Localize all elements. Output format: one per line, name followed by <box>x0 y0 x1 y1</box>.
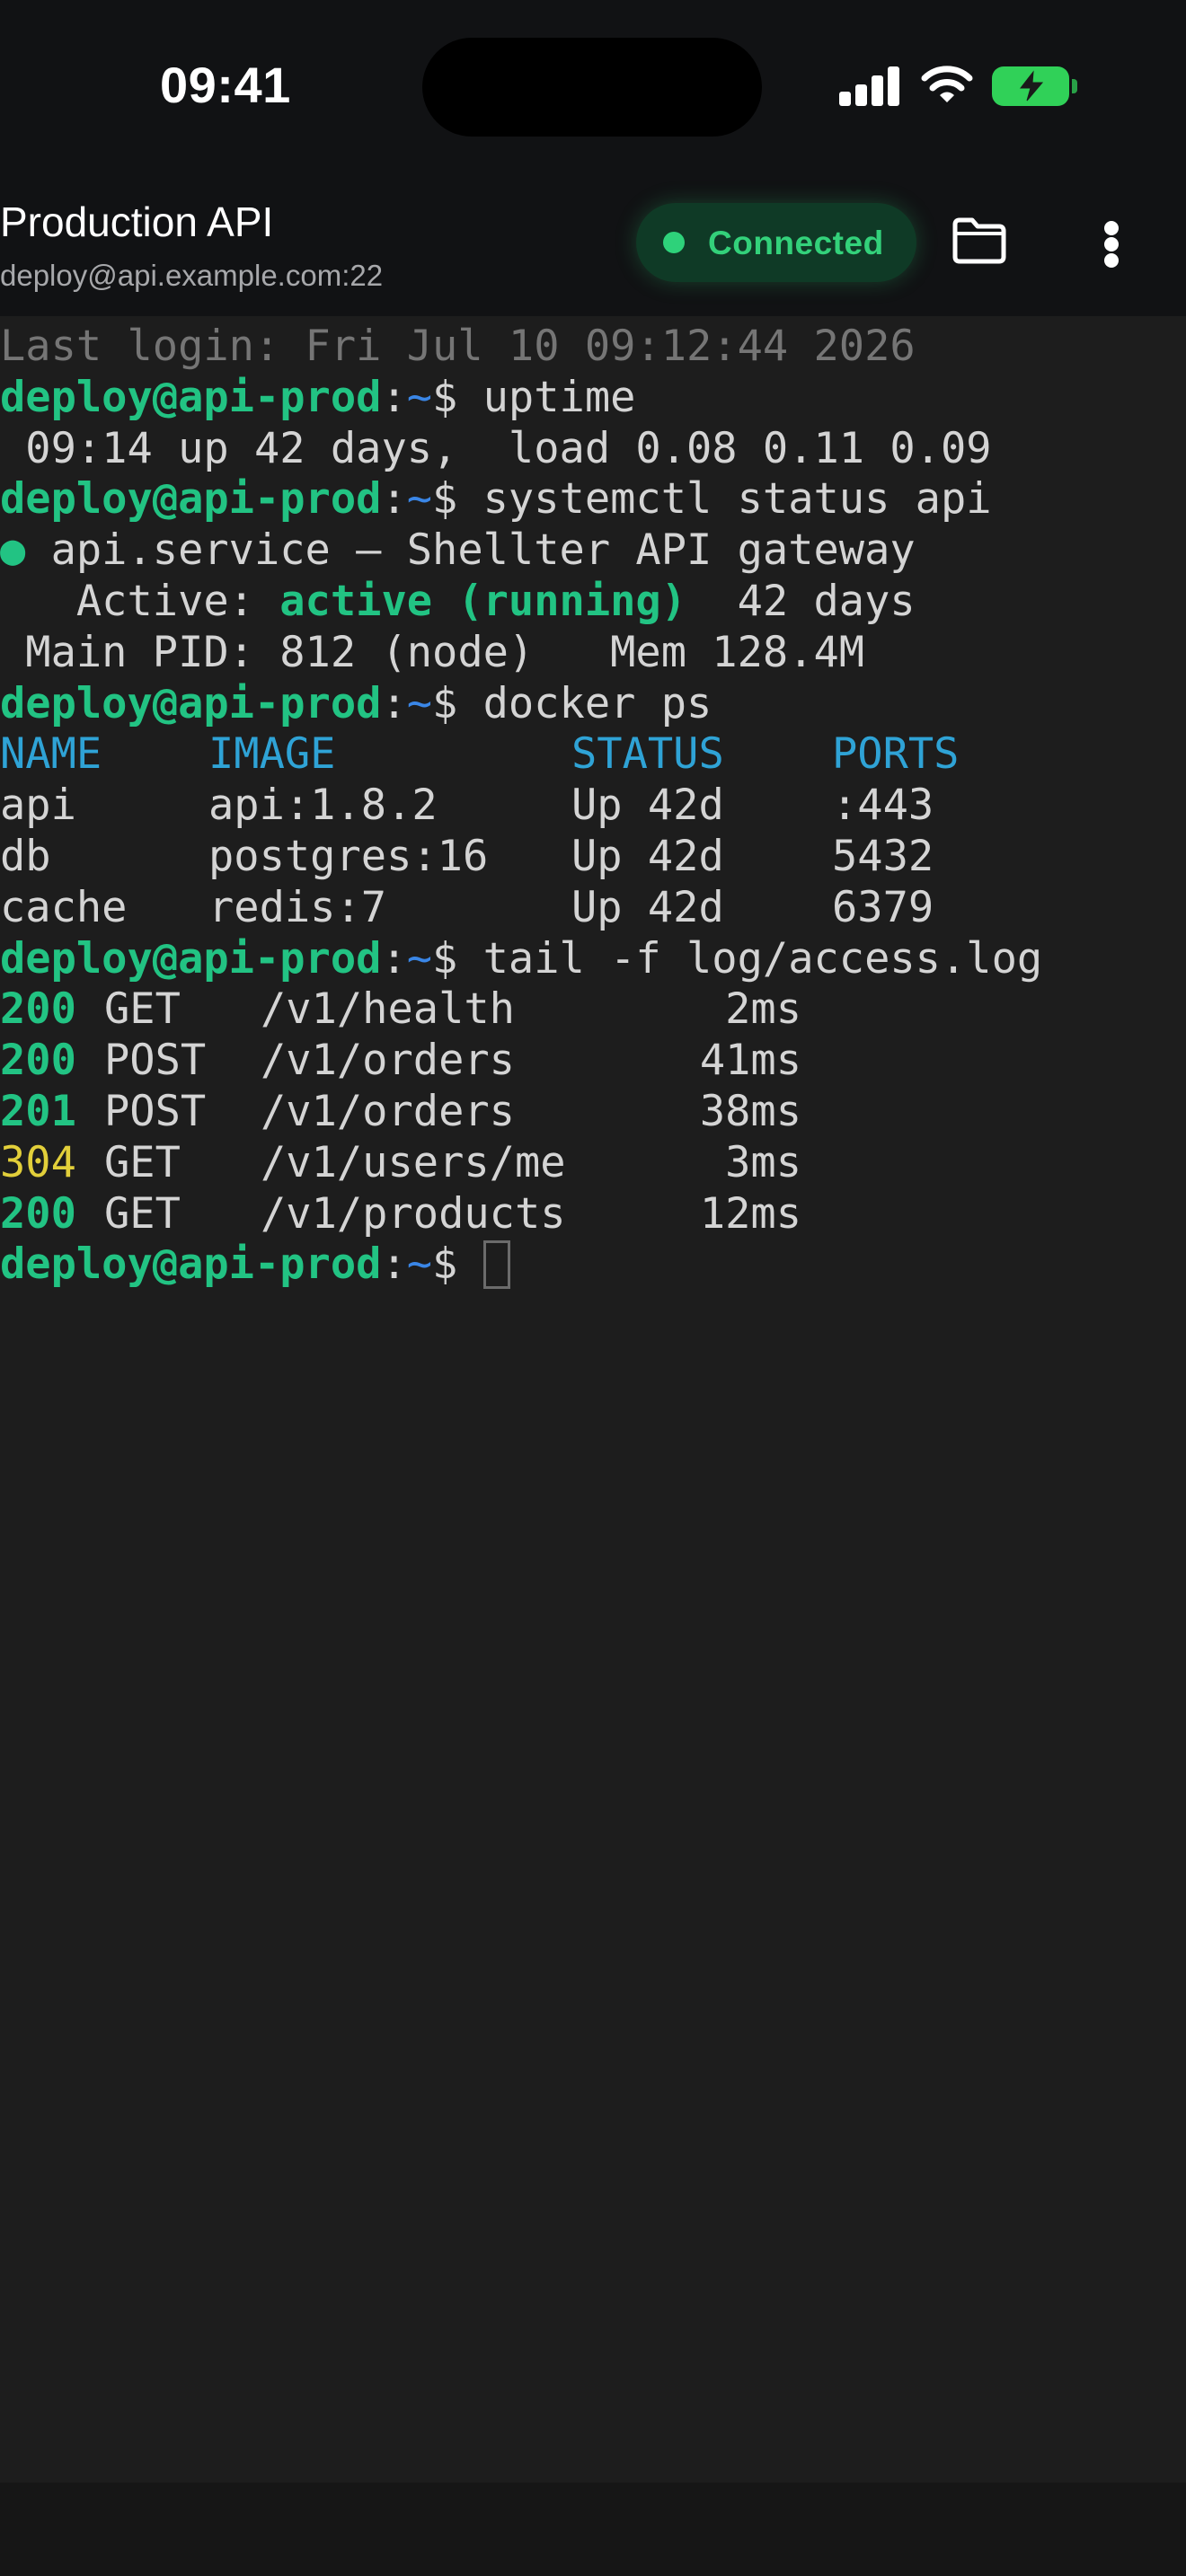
prompt-line: deploy@api-prod:~$ tail -f log/access.lo… <box>0 933 1043 984</box>
log-entry: 200 POST/v1/orders 41ms <box>0 1036 801 1086</box>
folder-icon[interactable] <box>951 216 1008 266</box>
terminal-line: ● api.service – Shellter API gateway <box>0 525 916 576</box>
prompt-line[interactable]: deploy@api-prod:~$ <box>0 1239 1042 1291</box>
connection-status-badge[interactable]: Connected <box>636 203 916 282</box>
status-dot-icon <box>663 232 685 253</box>
more-options-icon[interactable] <box>1098 216 1125 271</box>
terminal-line: Active: active (running) 42 days <box>0 576 916 626</box>
wifi-icon <box>921 66 973 102</box>
terminal-cursor <box>482 1240 510 1290</box>
prompt-line: deploy@api-prod:~$ uptime <box>0 372 636 422</box>
docker-row: api api:1.8.2 Up 42d:443 <box>0 781 934 831</box>
bottom-bar <box>0 2483 1186 2576</box>
terminal-output: Last login: Fri Jul 10 09:12:44 2026 dep… <box>0 322 1042 1291</box>
docker-row: cache redis:7 Up 42d 6379 <box>0 882 934 932</box>
cellular-signal-icon <box>839 65 900 106</box>
battery-charging-icon <box>992 66 1078 106</box>
terminal-line: 09:14 up 42 days, load 0.08 0.11 0.09 <box>0 423 992 473</box>
terminal-line: Main PID: 812 (node) Mem 128.4M <box>0 627 865 677</box>
status-time: 09:41 <box>160 57 291 113</box>
prompt-line: deploy@api-prod:~$ systemctl status api <box>0 474 992 525</box>
terminal-view[interactable]: Last login: Fri Jul 10 09:12:44 2026 dep… <box>0 316 1186 2483</box>
terminal-line: Last login: Fri Jul 10 09:12:44 2026 <box>0 322 916 371</box>
top-bar: 09:41 Production API deploy@api.example.… <box>0 0 1186 316</box>
docker-header-row: NAME IMAGE STATUS PORTS <box>0 729 960 780</box>
log-entry: 201 POST/v1/orders 38ms <box>0 1086 801 1136</box>
log-entry: 200 GET/v1/products 12ms <box>0 1188 801 1239</box>
log-entry: 304 GET/v1/users/me 3ms <box>0 1137 801 1187</box>
prompt-line: deploy@api-prod:~$ docker ps <box>0 678 712 728</box>
docker-row: db postgres:16 Up 42d 5432 <box>0 831 934 881</box>
connection-status-label: Connected <box>708 225 884 261</box>
log-entry: 200 GET/v1/health 2ms <box>0 984 801 1035</box>
host-address: deploy@api.example.com:22 <box>0 259 384 292</box>
dynamic-island <box>422 38 762 137</box>
session-title: Production API <box>0 198 274 245</box>
